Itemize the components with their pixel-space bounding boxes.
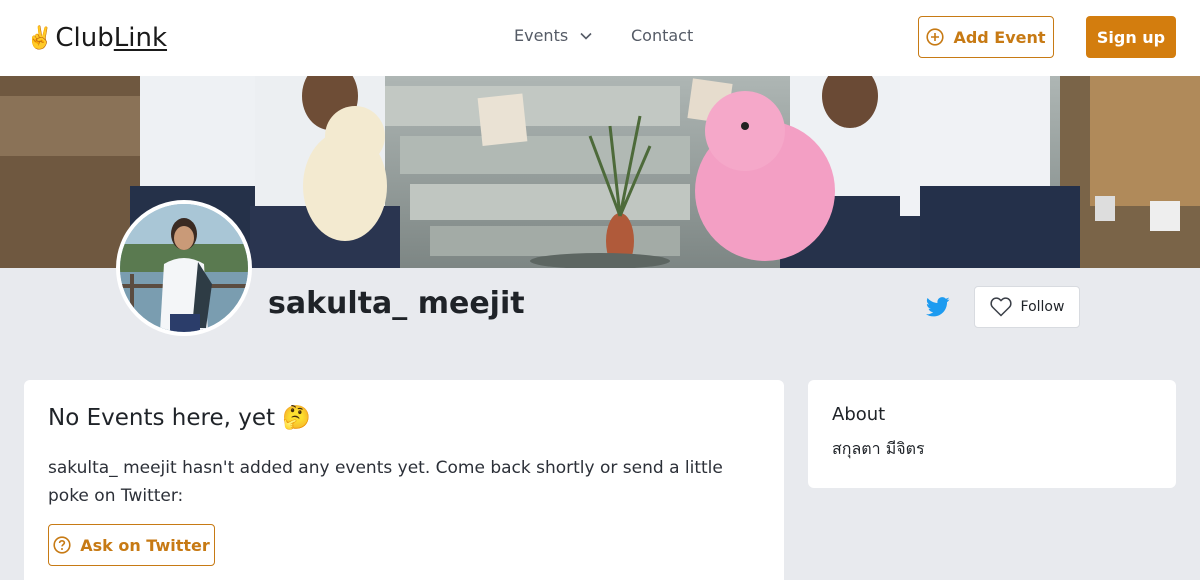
top-header: ✌️ Club Link Events Contact Add Event Si… — [0, 0, 1200, 76]
question-circle-icon — [53, 536, 71, 554]
follow-label: Follow — [1020, 299, 1065, 315]
about-title: About — [832, 404, 886, 425]
logo-text-club: Club — [55, 23, 114, 53]
profile-avatar[interactable] — [116, 200, 252, 336]
nav-contact-link[interactable]: Contact — [631, 26, 693, 45]
about-text: สกุลตา มีจิตร — [832, 439, 925, 458]
nav-events-dropdown[interactable]: Events — [514, 26, 592, 45]
nav-events-label: Events — [514, 26, 569, 45]
thinking-face-icon: 🤔 — [282, 405, 311, 431]
follow-button[interactable]: Follow — [974, 286, 1080, 328]
signup-button[interactable]: Sign up — [1086, 16, 1176, 58]
profile-name: sakulta_ meejit — [268, 286, 525, 321]
heart-icon — [989, 297, 1012, 317]
about-card: About สกุลตา มีจิตร — [808, 380, 1176, 488]
ask-on-twitter-button[interactable]: Ask on Twitter — [48, 524, 215, 566]
twitter-icon[interactable] — [926, 296, 950, 318]
events-empty-message: sakulta_ meejit hasn't added any events … — [48, 458, 723, 506]
events-empty-title: No Events here, yet 🤔 — [48, 404, 311, 431]
add-event-label: Add Event — [953, 27, 1046, 47]
clublink-logo[interactable]: ✌️ Club Link — [26, 20, 167, 56]
victory-hand-icon: ✌️ — [26, 25, 54, 51]
ask-on-twitter-label: Ask on Twitter — [80, 535, 210, 555]
events-empty-title-text: No Events here, yet — [48, 405, 276, 431]
chevron-down-icon — [580, 32, 592, 40]
logo-text-link: Link — [113, 23, 168, 53]
plus-circle-icon — [926, 28, 945, 46]
events-card: No Events here, yet 🤔 sakulta_ meejit ha… — [24, 380, 784, 580]
add-event-button[interactable]: Add Event — [918, 16, 1054, 58]
